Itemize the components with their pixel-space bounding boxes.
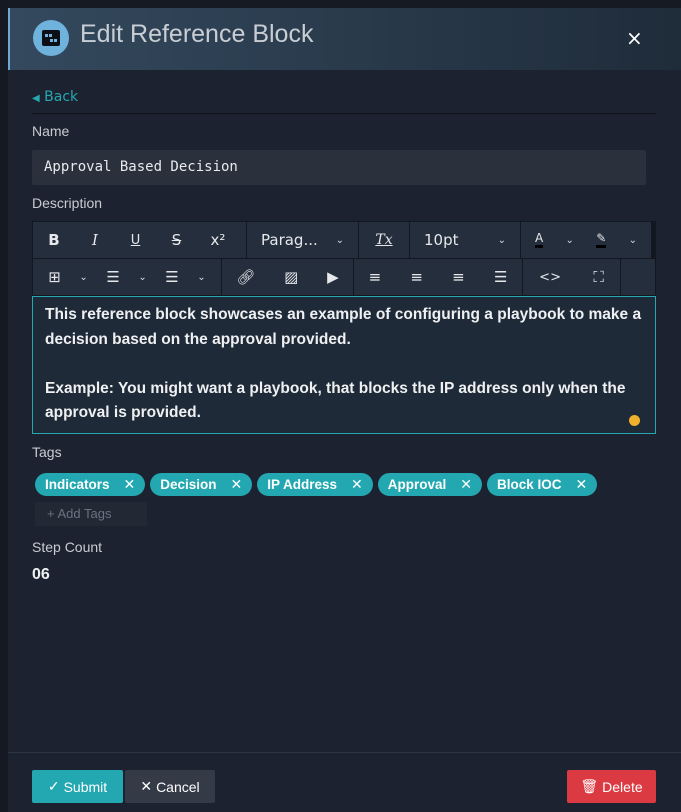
trash-icon: 🗑︎ [580, 778, 599, 794]
font-size-dropdown[interactable]: 10pt ⌄ [410, 222, 520, 258]
tag-label: IP Address [267, 477, 338, 492]
name-input[interactable]: Approval Based Decision [32, 150, 646, 185]
tags-label: Tags [32, 444, 62, 460]
chevron-down-icon: ⌄ [497, 234, 506, 246]
tags-list: Indicators ✕ Decision ✕ IP Address ✕ Approv… [35, 473, 598, 496]
chevron-down-icon[interactable]: ⌄ [138, 272, 146, 283]
bold-button[interactable]: B [33, 222, 75, 258]
delete-label: Delete [602, 778, 643, 795]
chevron-down-icon[interactable]: ⌄ [629, 235, 637, 246]
footer-divider [8, 752, 681, 753]
tag-chip: IP Address ✕ [257, 473, 373, 496]
fullscreen-icon[interactable]: ⛶ [593, 268, 604, 286]
submit-button[interactable]: ✓ Submit [32, 770, 123, 803]
chevron-down-icon[interactable]: ⌄ [566, 235, 574, 246]
tag-chip: Indicators ✕ [35, 473, 146, 496]
tag-label: Indicators [45, 477, 110, 492]
check-icon: ✓ [47, 778, 60, 794]
font-size-value: 10pt [424, 231, 459, 249]
left-strip [0, 0, 8, 812]
reference-block-icon [33, 20, 69, 56]
caret-left-icon: ◀ [32, 93, 40, 104]
align-justify-icon[interactable]: ☰ [494, 268, 507, 286]
remove-tag-icon[interactable]: ✕ [460, 476, 472, 493]
close-icon[interactable]: × [626, 26, 643, 50]
paragraph [45, 352, 643, 377]
block-format-value: Parag... [261, 231, 318, 249]
link-icon[interactable]: 🔗︎ [236, 268, 255, 286]
chevron-down-icon[interactable]: ⌄ [79, 272, 87, 283]
description-label: Description [32, 195, 103, 211]
block-format-dropdown[interactable]: Parag... ⌄ [247, 222, 358, 258]
back-label: Back [44, 89, 79, 105]
highlight-pen-icon[interactable]: ✎ [596, 232, 607, 248]
modal-header: Edit Reference Block × [8, 8, 681, 70]
name-label: Name [32, 123, 70, 139]
toolbar-empty [621, 259, 655, 295]
tag-chip: Decision ✕ [150, 473, 253, 496]
submit-label: Submit [63, 778, 108, 795]
delete-button[interactable]: 🗑︎ Delete [567, 770, 656, 803]
strikethrough-button[interactable]: S [156, 222, 197, 258]
add-tags-input[interactable]: + Add Tags [35, 502, 147, 526]
cancel-button[interactable]: ✕ Cancel [125, 770, 215, 803]
source-code-icon[interactable]: <> [539, 270, 561, 285]
top-strip [0, 0, 681, 8]
remove-tag-icon[interactable]: ✕ [351, 476, 363, 493]
underline-button[interactable]: U [115, 222, 156, 258]
back-link[interactable]: ◀ Back [32, 89, 78, 105]
step-count-label: Step Count [32, 539, 103, 555]
video-icon[interactable]: ▶ [327, 268, 339, 286]
description-editor[interactable]: This reference block showcases an exampl… [32, 296, 656, 434]
tag-chip: Block IOC ✕ [487, 473, 598, 496]
tag-label: Approval [387, 477, 447, 492]
editor-toolbar: B I U S x² Parag... ⌄ Tx 10pt ⌄ A ⌄ ✎ ⌄ ⊞ ⌄… [32, 221, 656, 296]
paragraph: Example: You might want a playbook, that… [45, 379, 626, 422]
step-count-value: 06 [32, 566, 50, 583]
remove-tag-icon[interactable]: ✕ [124, 476, 136, 493]
chevron-down-icon: ⌄ [335, 234, 344, 246]
bullet-list-icon[interactable]: ☰ [106, 268, 119, 286]
remove-tag-icon[interactable]: ✕ [231, 476, 243, 493]
cancel-label: Cancel [156, 778, 200, 795]
chevron-down-icon[interactable]: ⌄ [197, 272, 205, 283]
clear-format-button[interactable]: Tx [375, 232, 392, 248]
italic-button[interactable]: I [75, 222, 115, 258]
divider [32, 113, 656, 114]
tag-label: Decision [160, 477, 217, 492]
status-dot [629, 415, 640, 426]
align-left-icon[interactable]: ≡ [369, 268, 382, 286]
align-center-icon[interactable]: ≡ [410, 268, 423, 286]
superscript-button[interactable]: x² [197, 222, 239, 258]
image-icon[interactable]: ▨ [284, 268, 298, 286]
paragraph: This reference block showcases an exampl… [45, 306, 642, 348]
modal-title: Edit Reference Block [80, 20, 314, 48]
table-icon[interactable]: ⊞ [48, 268, 61, 286]
align-right-icon[interactable]: ≡ [452, 268, 465, 286]
remove-tag-icon[interactable]: ✕ [576, 476, 588, 493]
tag-label: Block IOC [497, 477, 562, 492]
numbered-list-icon[interactable]: ☰ [165, 268, 178, 286]
tag-chip: Approval ✕ [377, 473, 483, 496]
text-color-button[interactable]: A [535, 232, 544, 248]
close-icon: ✕ [140, 778, 153, 794]
